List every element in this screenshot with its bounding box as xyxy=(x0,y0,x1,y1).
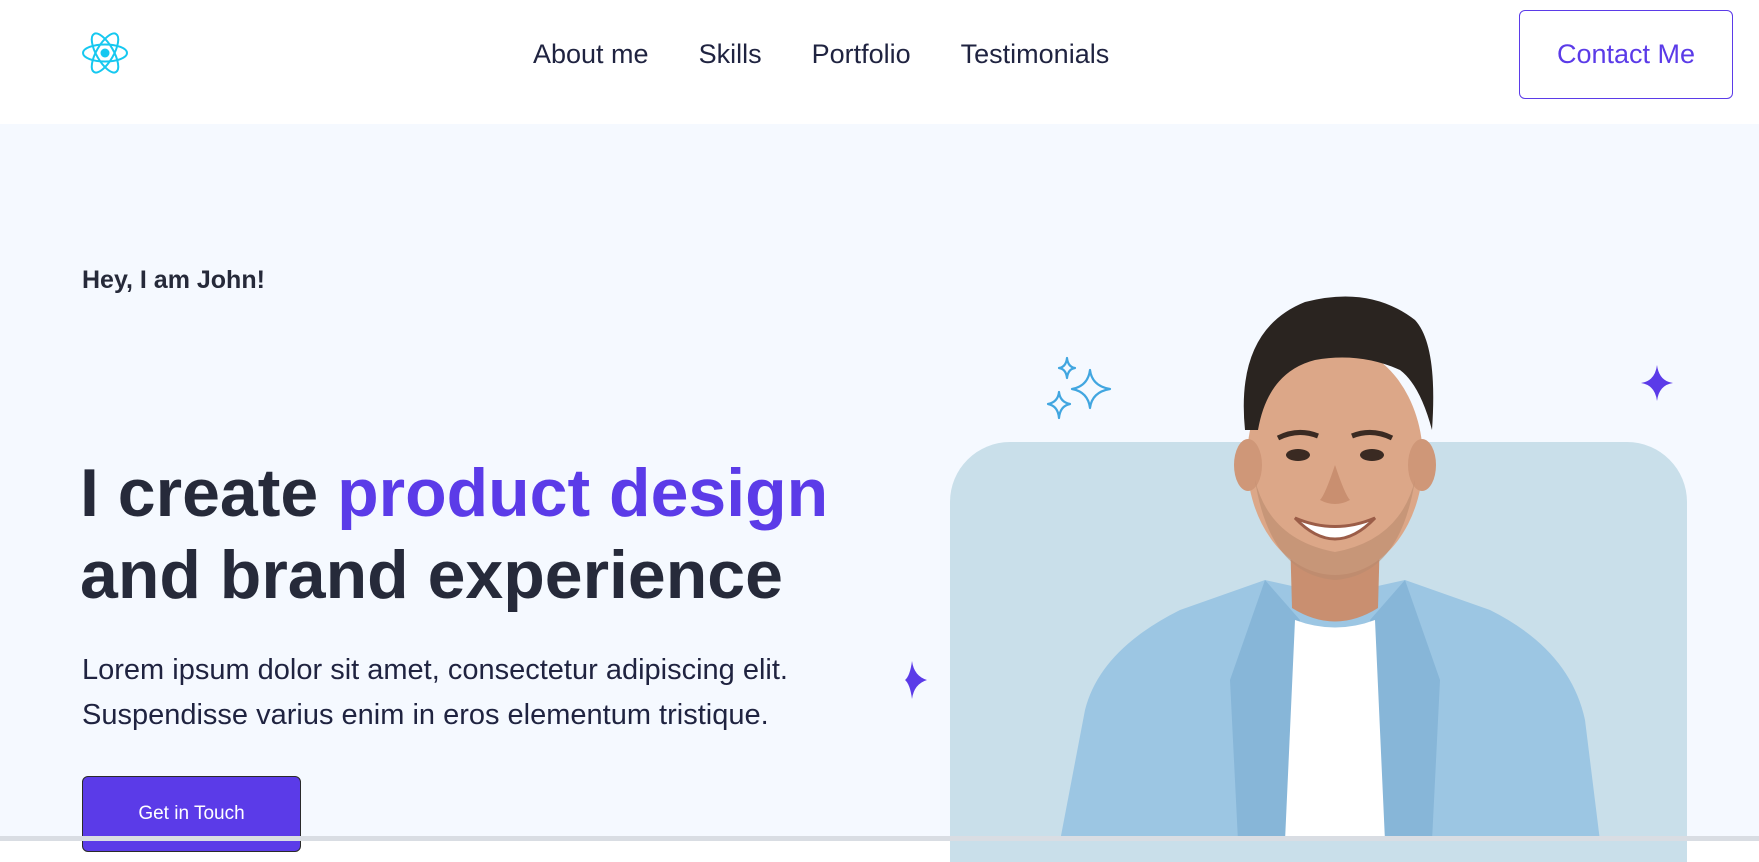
contact-me-button[interactable]: Contact Me xyxy=(1519,10,1733,99)
description-line-2: Suspendisse varius enim in eros elementu… xyxy=(82,699,769,731)
react-atom-icon[interactable] xyxy=(80,28,130,78)
nav-about-me[interactable]: About me xyxy=(533,36,649,72)
sparkle-small-purple-icon xyxy=(905,661,927,699)
hero-greeting: Hey, I am John! xyxy=(82,266,265,294)
description-line-1: Lorem ipsum dolor sit amet, consectetur … xyxy=(82,654,788,686)
headline-text-start: I create xyxy=(80,455,338,531)
nav-portfolio[interactable]: Portfolio xyxy=(812,36,911,72)
portrait-photo xyxy=(1060,296,1600,841)
nav-testimonials[interactable]: Testimonials xyxy=(961,36,1110,72)
headline-text-end: and brand experience xyxy=(80,537,783,613)
site-header: About me Skills Portfolio Testimonials C… xyxy=(0,0,1759,124)
headline-accent: product design xyxy=(337,455,829,531)
main-nav: About me Skills Portfolio Testimonials xyxy=(533,36,1109,72)
nav-skills[interactable]: Skills xyxy=(699,36,762,72)
hero-headline: I create product design and brand experi… xyxy=(80,452,860,616)
sparkle-purple-icon xyxy=(1641,365,1673,401)
bottom-divider xyxy=(0,836,1759,841)
hero-description: Lorem ipsum dolor sit amet, consectetur … xyxy=(82,648,862,738)
